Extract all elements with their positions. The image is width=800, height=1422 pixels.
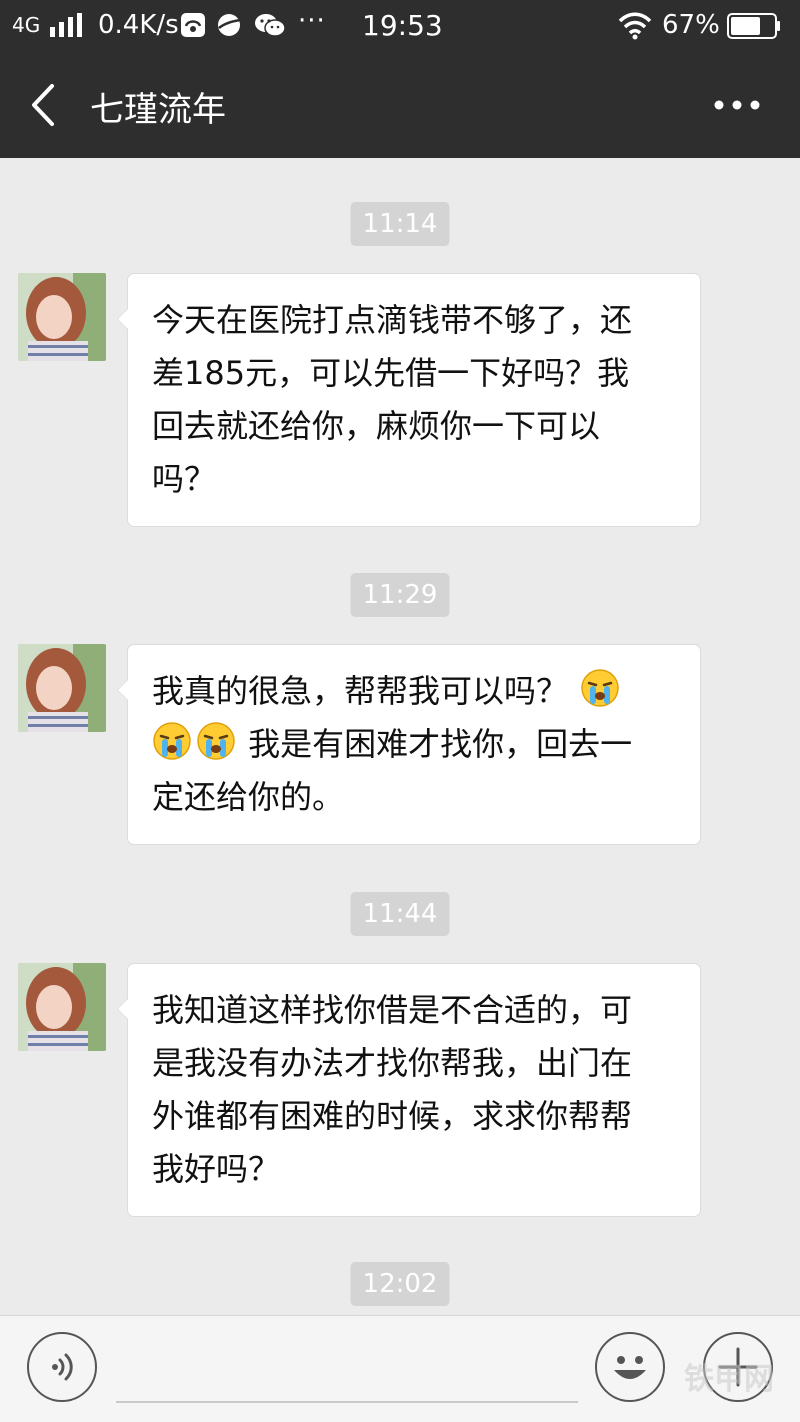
timestamp-pill: 12:02 [350, 1262, 450, 1306]
network-type: 4G [12, 13, 41, 37]
contact-avatar[interactable] [18, 273, 106, 361]
chat-thread[interactable]: 11:14 今天在医院打点滴钱带不够了，还 差185元，可以先借一下好吗？我 回… [0, 158, 800, 1315]
chat-header: 七瑾流年 [0, 52, 800, 158]
message-text: 今天在医院打点滴钱带不够了，还 [152, 301, 633, 339]
status-overflow-dots: ··· [298, 6, 326, 36]
emoji-button[interactable] [595, 1332, 665, 1402]
smiley-icon [614, 1356, 646, 1379]
message-text: 外谁都有困难的时候，求求你帮帮 [152, 1097, 633, 1135]
voice-icon [52, 1353, 73, 1381]
message-text: 我是有困难才找你，回去一 [248, 725, 633, 763]
signal-icon [50, 13, 82, 37]
crying-emoji-icon [153, 722, 191, 760]
browser-icon [218, 14, 242, 36]
message-text: 我真的很急，帮帮我可以吗？ [152, 672, 569, 710]
wechat-icon [255, 14, 286, 37]
message-input[interactable] [116, 1401, 578, 1403]
more-options-icon[interactable] [712, 90, 762, 120]
network-speed: 0.4K/s [98, 10, 179, 40]
voice-input-button[interactable] [27, 1332, 97, 1402]
message-bubble[interactable]: 今天在医院打点滴钱带不够了，还 差185元，可以先借一下好吗？我 回去就还给你，… [117, 273, 701, 527]
battery-percent: 67% [662, 10, 720, 40]
watermark: 铁甲网 [684, 1362, 774, 1397]
app-notification-icon [181, 13, 205, 37]
message-text: 回去就还给你，麻烦你一下可以 [152, 407, 601, 445]
timestamp-pill: 11:29 [350, 573, 450, 617]
message-text: 吗？ [152, 460, 217, 498]
message-text: 定还给你的。 [152, 778, 345, 816]
timestamp-pill: 11:14 [350, 202, 450, 246]
message-text: 差185元，可以先借一下好吗？我 [152, 354, 630, 392]
message-text: 我好吗？ [152, 1150, 281, 1188]
contact-name: 七瑾流年 [90, 90, 226, 130]
message-bubble[interactable]: 我知道这样找你借是不合适的，可 是我没有办法才找你帮我，出门在 外谁都有困难的时… [117, 963, 701, 1217]
contact-avatar[interactable] [18, 963, 106, 1051]
wifi-icon [618, 12, 652, 40]
battery-icon [727, 13, 780, 39]
message-text: 是我没有办法才找你帮我，出门在 [152, 1044, 633, 1082]
timestamp-pill: 11:44 [350, 892, 450, 936]
status-bar: 4G 0.4K/s ··· 19:53 67% [0, 0, 800, 52]
crying-emoji-icon [197, 722, 235, 760]
message-text: 我知道这样找你借是不合适的，可 [152, 991, 633, 1029]
crying-emoji-icon [581, 669, 619, 707]
clock: 19:53 [362, 9, 443, 42]
contact-avatar[interactable] [18, 644, 106, 732]
back-chevron-icon[interactable] [26, 82, 60, 128]
message-bubble[interactable]: 我真的很急，帮帮我可以吗？ 我是有困难才找你，回去一 定还给你的。 [117, 644, 701, 845]
input-bar: 铁甲网 [0, 1315, 800, 1422]
